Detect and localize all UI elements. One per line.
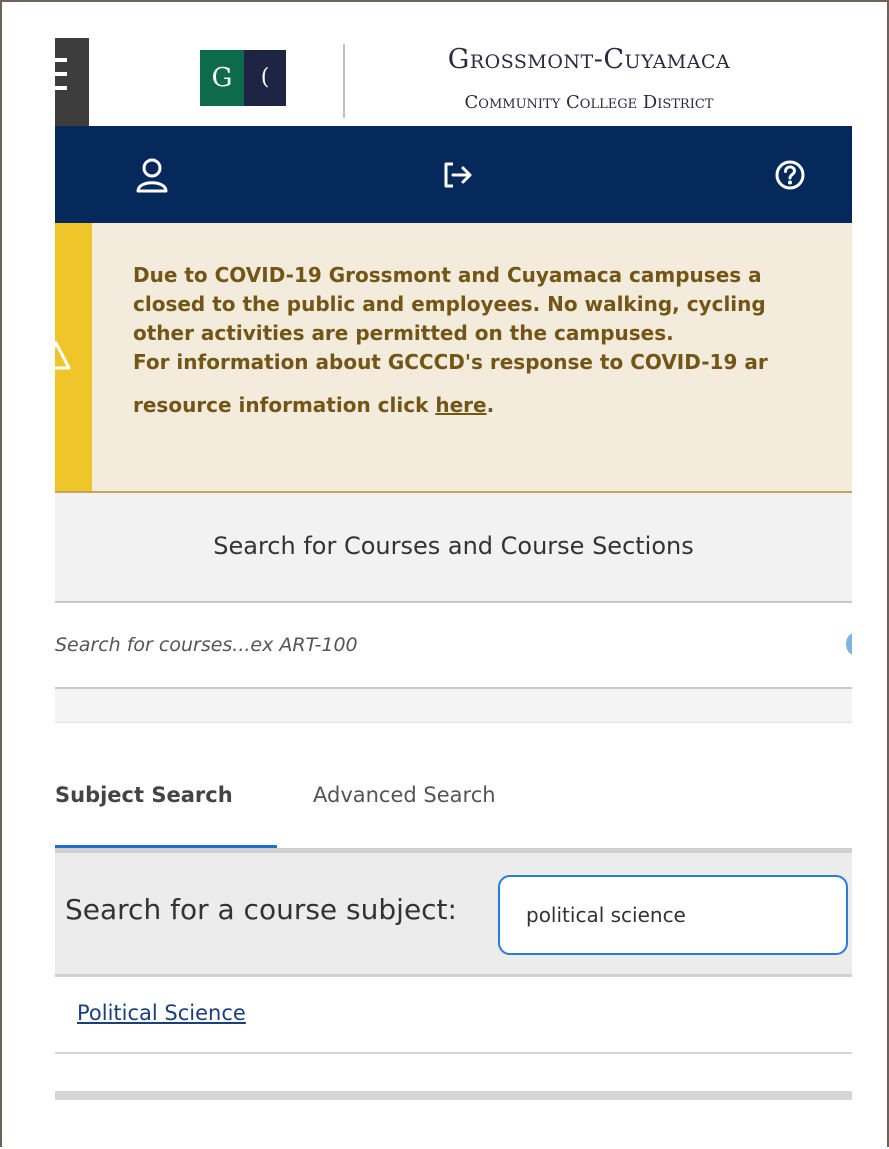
alert-line: other activities are permitted on the ca… [133,321,674,345]
alert-line: Due to COVID-19 Grossmont and Cuyamaca c… [133,263,762,287]
subject-result-link[interactable]: Political Science [77,1001,246,1025]
tab-subject-search[interactable]: Subject Search [55,783,277,851]
course-search-row [55,603,852,689]
org-name: Grossmont-Cuyamaca [447,44,731,75]
alert-link-suffix: . [486,393,495,417]
sign-out-icon[interactable] [439,156,477,194]
page-viewport: G ( Grossmont-Cuyamaca Community College… [55,38,852,1146]
district-logo[interactable]: G ( [200,50,286,106]
warning-icon [55,341,71,370]
alert-line: For information about GCCCD's response t… [133,350,768,374]
menu-bar-2 [55,72,67,76]
org-subtitle: Community College District [464,92,714,113]
covid-info-link[interactable]: here [435,393,486,417]
menu-toggle-button[interactable] [55,38,89,126]
alert-link-prefix: resource information click [133,393,436,417]
section-spacer [55,689,852,723]
top-navbar [55,126,852,223]
alert-line: closed to the public and employees. No w… [133,292,766,316]
user-icon[interactable] [133,156,171,194]
help-icon[interactable] [771,156,809,194]
alert-line: resource information click here. [133,391,852,420]
covid-alert: Due to COVID-19 Grossmont and Cuyamaca c… [55,223,852,493]
menu-bar-1 [55,58,67,62]
subject-search-input[interactable] [498,875,848,955]
logo-letter: G [200,50,244,106]
search-tabs: Subject Search Advanced Search [55,723,852,853]
divider [55,1091,852,1100]
course-search-input[interactable] [55,603,835,687]
logo-divider [343,44,345,118]
menu-bar-3 [55,86,67,90]
tab-advanced-search[interactable]: Advanced Search [313,783,553,851]
subject-search-label: Search for a course subject: [65,893,457,926]
alert-message: Due to COVID-19 Grossmont and Cuyamaca c… [133,261,852,420]
course-search-heading: Search for Courses and Course Sections [55,493,852,603]
list-item: Political Science [55,977,852,1054]
search-icon[interactable] [846,633,852,655]
subject-search-row: Search for a course subject: [55,853,852,977]
logo-crescent: ( [244,50,286,106]
